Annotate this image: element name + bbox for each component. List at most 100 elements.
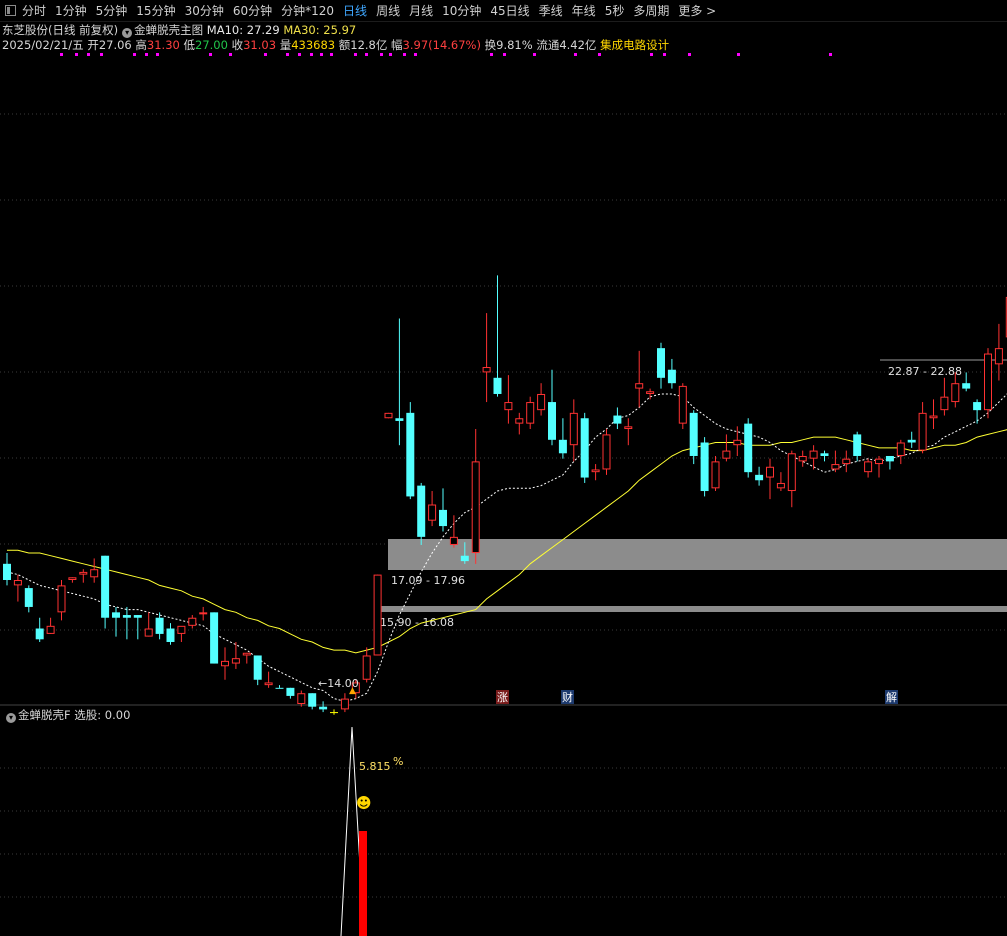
signal-marker xyxy=(380,53,383,56)
zone-label: 22.87 - 22.88 xyxy=(888,365,962,378)
signal-marker xyxy=(286,53,289,56)
sub-indicator-header: ▾ 金蝉脱壳F 选股: 0.00 xyxy=(2,707,130,723)
signal-marker xyxy=(320,53,323,56)
signal-marker xyxy=(829,53,832,56)
signal-marker xyxy=(87,53,90,56)
candle-body-down xyxy=(820,453,829,456)
signal-marker xyxy=(389,53,392,56)
candle-body-down xyxy=(657,348,665,378)
signal-marker xyxy=(100,53,103,56)
candle-body-down xyxy=(24,588,33,607)
event-badge-label: 涨 xyxy=(497,691,508,704)
candle-body-up xyxy=(798,455,807,462)
candle-body-up xyxy=(231,658,240,664)
event-badge-label: 解 xyxy=(886,690,897,704)
candlestick-chart[interactable]: 17.09 - 17.9615.90 - 16.0822.87 - 22.88←… xyxy=(0,0,1007,936)
candle-body-up xyxy=(340,698,349,710)
candle-body-down xyxy=(395,418,404,421)
signal-marker xyxy=(330,53,333,56)
candle-body-up xyxy=(221,660,229,667)
sub-indicator-name[interactable]: 金蝉脱壳F xyxy=(18,708,71,722)
candle-body-down xyxy=(406,412,415,497)
signal-marker xyxy=(365,53,368,56)
candle-body-up xyxy=(864,461,873,473)
candle-body-up xyxy=(678,385,687,424)
candle-body-up xyxy=(951,383,960,403)
candle-body-up xyxy=(90,569,99,578)
signal-marker xyxy=(503,53,506,56)
candle-body-down xyxy=(580,418,589,478)
candle-body-down xyxy=(853,434,862,456)
event-badge-label: 财 xyxy=(562,690,573,704)
candle-body-down xyxy=(286,687,295,696)
sub-value-unit: % xyxy=(393,755,403,768)
signal-marker xyxy=(533,53,536,56)
signal-marker xyxy=(354,53,357,56)
candle-body-up xyxy=(646,391,655,394)
signal-marker xyxy=(298,53,301,56)
candle-body-up xyxy=(57,585,66,613)
signal-marker xyxy=(209,53,212,56)
low-point-icon: ▲ xyxy=(349,686,356,696)
candle-body-up xyxy=(602,434,611,470)
candle-body-down xyxy=(558,439,567,454)
candle-body-up xyxy=(842,458,851,465)
candle-body-down xyxy=(439,509,447,527)
candle-body-down xyxy=(885,455,894,462)
candle-body-down xyxy=(755,474,764,481)
candle-body-up xyxy=(515,418,524,424)
signal-marker xyxy=(650,53,653,56)
smiley-icon: ☻ xyxy=(356,794,372,812)
candle-body-up xyxy=(264,682,273,686)
candle-body-up xyxy=(504,402,513,411)
candle-body-up xyxy=(362,655,371,680)
candle-body-up xyxy=(994,348,1003,365)
candle-body-up xyxy=(373,574,382,656)
signal-marker xyxy=(574,53,577,56)
candle-body-up xyxy=(68,577,77,580)
signal-marker xyxy=(156,53,159,56)
candle-body-up xyxy=(809,450,818,459)
sub-indicator-bar xyxy=(359,831,367,936)
signal-marker xyxy=(414,53,417,56)
signal-marker xyxy=(490,53,493,56)
signal-marker xyxy=(663,53,666,56)
candle-body-down xyxy=(308,693,317,707)
candle-body-up xyxy=(875,458,883,465)
signal-marker xyxy=(737,53,740,56)
candle-body-up xyxy=(144,628,153,637)
candle-body-down xyxy=(907,439,916,443)
candle-body-up xyxy=(13,579,22,586)
candle-body-up xyxy=(526,402,535,424)
candle-body-up xyxy=(722,450,731,459)
candle-body-up xyxy=(896,442,905,456)
candle-body-down xyxy=(460,555,469,562)
candle-body-up xyxy=(787,453,796,492)
candle-body-down xyxy=(101,555,110,618)
candle-body-down xyxy=(700,442,709,492)
candle-body-signal xyxy=(330,712,338,714)
candle-body-down xyxy=(962,383,971,389)
signal-marker xyxy=(310,53,313,56)
dropdown-icon[interactable]: ▾ xyxy=(6,713,16,723)
candle-body-up xyxy=(929,415,938,419)
candle-body-down xyxy=(122,615,131,618)
candle-body-down xyxy=(613,415,622,424)
candle-body-up xyxy=(831,464,840,470)
ma10-line xyxy=(6,393,1007,702)
candle-body-up xyxy=(482,367,491,373)
sub-indicator-value: 选股: 0.00 xyxy=(74,708,131,722)
candle-body-up xyxy=(46,625,55,634)
candle-body-down xyxy=(210,612,219,664)
candle-body-down xyxy=(689,412,698,456)
candle-body-up xyxy=(635,383,644,389)
candle-body-down xyxy=(275,687,284,689)
support-zone-band xyxy=(388,539,1007,570)
candle-body-down xyxy=(253,655,262,680)
candle-body-up xyxy=(591,469,600,473)
candle-body-down xyxy=(112,612,120,618)
candle-body-down xyxy=(548,402,556,440)
candle-body-down xyxy=(973,402,982,411)
candle-body-up xyxy=(471,461,480,554)
candle-body-down xyxy=(493,377,502,394)
